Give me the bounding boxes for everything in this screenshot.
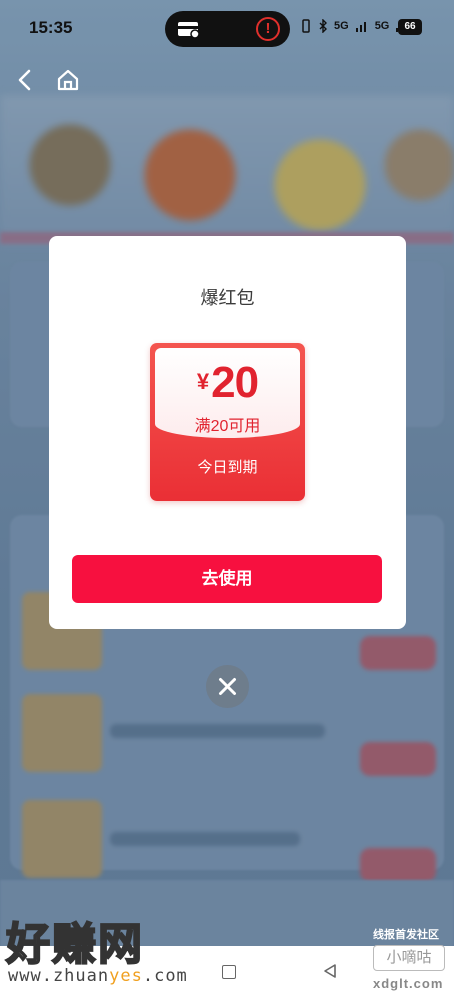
watermark-url-highlight: yes [109,966,143,986]
watermark-domain: xdglt.com [373,976,444,991]
close-icon[interactable] [206,665,249,708]
watermark-url-prefix: www.zhuan [8,966,110,986]
wallet-icon [178,22,200,39]
coupon-top: ¥20 满20可用 [155,348,300,438]
network-5g-label: 5G [334,20,349,32]
status-bar: 15:35 ! 5G 5G 66 [0,0,454,58]
home-icon[interactable] [54,66,82,94]
coupon-amount: ¥20 [155,358,300,408]
use-coupon-button[interactable]: 去使用 [72,555,382,603]
coupon-condition: 满20可用 [194,418,261,435]
watermark-tagline: 线报首发社区 [373,929,439,941]
watermark-url: www.zhuanyes.com [8,966,188,986]
coupon-expiry: 今日到期 [197,459,258,476]
red-packet-modal: 爆红包 ¥20 满20可用 今日到期 去使用 [49,236,406,629]
battery-indicator: 66 [398,19,422,35]
nav-back-icon[interactable] [322,963,338,979]
status-time: 15:35 [29,18,73,37]
back-arrow-icon[interactable] [12,66,40,94]
coupon-currency: ¥ [196,369,210,394]
network-5g-label: 5G [374,20,390,32]
recent-apps-icon[interactable] [222,965,236,979]
dynamic-island: ! [165,11,290,47]
alert-icon: ! [256,17,280,41]
watermark-logo: 好赚网 [5,919,144,970]
modal-title: 爆红包 [200,288,255,308]
watermark-url-suffix: .com [142,966,188,986]
coupon-card: ¥20 满20可用 今日到期 [150,343,305,501]
signal-icon [355,22,366,32]
coupon-value: 20 [211,358,259,407]
watermark-brand: 小嘀咕 [373,945,445,971]
vibrate-icon [302,19,310,33]
bluetooth-icon [319,19,327,33]
system-icons: 5G 5G [300,19,409,33]
